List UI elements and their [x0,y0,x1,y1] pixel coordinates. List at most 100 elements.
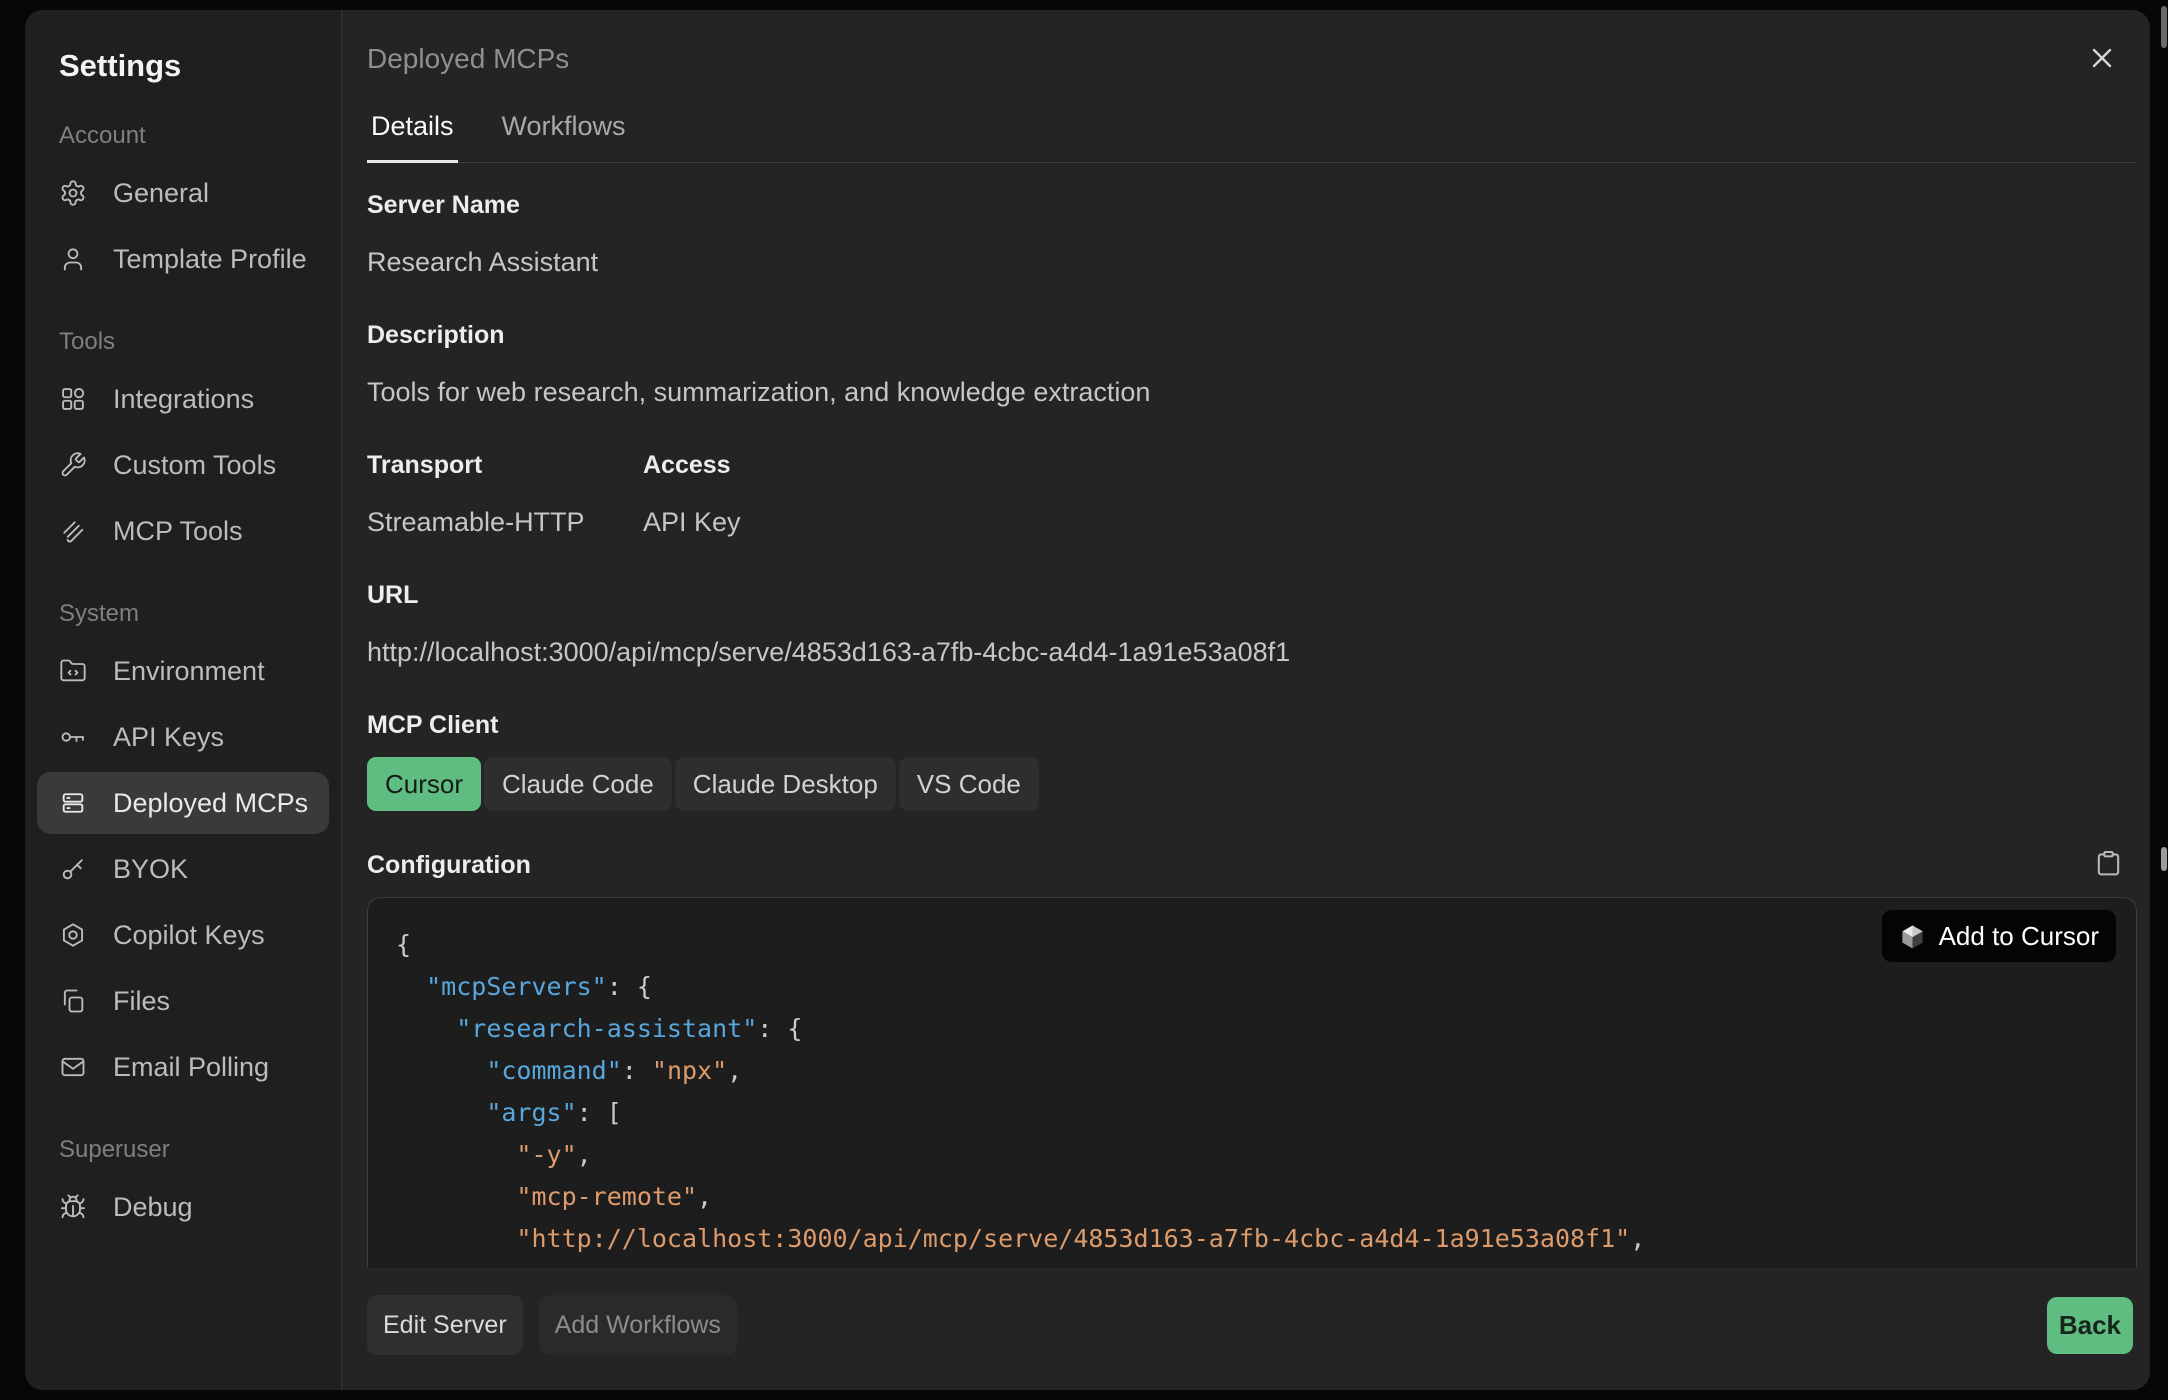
cursor-logo-icon [1899,923,1926,950]
code-line: "command": "npx", [396,1050,2108,1092]
access-value: API Key [643,505,741,539]
code-line: { [396,924,2108,966]
url-value: http://localhost:3000/api/mcp/serve/4853… [367,635,2137,669]
key-icon [59,723,87,751]
sidebar-item-label: API Keys [113,722,224,753]
sidebar-item-api-keys[interactable]: API Keys [37,706,329,768]
sidebar-item-mcp-tools[interactable]: MCP Tools [37,500,329,562]
bug-icon [59,1193,87,1221]
add-workflows-button[interactable]: Add Workflows [539,1295,737,1355]
url-field: URL http://localhost:3000/api/mcp/serve/… [367,579,2137,669]
code-line: "-y", [396,1134,2108,1176]
user-icon [59,245,87,273]
description-value: Tools for web research, summarization, a… [367,375,2137,409]
code-line: "research-assistant": { [396,1008,2108,1050]
copy-config-button[interactable] [2094,849,2123,881]
scrollbar-thumb[interactable] [2161,6,2167,48]
sidebar-item-label: Deployed MCPs [113,788,308,819]
edit-server-button[interactable]: Edit Server [367,1295,523,1355]
sidebar-item-environment[interactable]: Environment [37,640,329,702]
sidebar-item-label: Custom Tools [113,450,276,481]
clipboard-icon [2094,849,2123,881]
hexagon-icon [59,921,87,949]
sidebar-item-files[interactable]: Files [37,970,329,1032]
copy-icon [59,987,87,1015]
grid-icon [59,385,87,413]
settings-modal: Settings Account General Template Profile T… [25,10,2150,1390]
configuration-label: Configuration [367,849,531,881]
sidebar-nav: Account General Template Profile Tools Integ… [37,122,329,1238]
sidebar-section-account: Account [59,122,329,150]
sidebar-section-system: System [59,600,329,628]
description-field: Description Tools for web research, summ… [367,319,2137,409]
main-panel: Deployed MCPs Details Workflows Server Na… [342,10,2150,1390]
server-icon [59,789,87,817]
close-button[interactable] [2086,42,2118,77]
settings-title: Settings [59,48,329,84]
sidebar-item-label: Debug [113,1192,193,1223]
description-label: Description [367,319,2137,351]
mcp-client-section: MCP Client CursorClaude CodeClaude Deskt… [367,709,2137,811]
main-header: Deployed MCPs [342,10,2150,78]
code-line: "mcpServers": { [396,966,2108,1008]
mcp-client-option-claude-desktop[interactable]: Claude Desktop [675,757,896,811]
stack-icon [59,517,87,545]
server-name-field: Server Name Research Assistant [367,189,2137,279]
tab-workflows[interactable]: Workflows [498,104,630,162]
sidebar-item-label: General [113,178,209,209]
sidebar-item-label: Environment [113,656,265,687]
sidebar-item-label: MCP Tools [113,516,243,547]
sidebar-item-debug[interactable]: Debug [37,1176,329,1238]
gear-icon [59,179,87,207]
mcp-client-options: CursorClaude CodeClaude DesktopVS Code [367,757,2137,811]
configuration-json: { "mcpServers": { "research-assistant": … [396,924,2108,1268]
sidebar-item-label: Files [113,986,170,1017]
sidebar-item-custom-tools[interactable]: Custom Tools [37,434,329,496]
sidebar-item-integrations[interactable]: Integrations [37,368,329,430]
sidebar-item-email-polling[interactable]: Email Polling [37,1036,329,1098]
transport-access-row: Transport Streamable-HTTP Access API Key [367,449,2137,539]
mcp-client-label: MCP Client [367,709,2137,741]
mail-icon [59,1053,87,1081]
access-field: Access API Key [643,449,741,539]
sidebar-section-tools: Tools [59,328,329,356]
transport-field: Transport Streamable-HTTP [367,449,643,539]
sidebar-item-deployed-mcps[interactable]: Deployed MCPs [37,772,329,834]
tabs: Details Workflows [367,104,2137,163]
page-title: Deployed MCPs [367,40,569,78]
server-name-label: Server Name [367,189,2137,221]
code-line: "mcp-remote", [396,1176,2108,1218]
folder-code-icon [59,657,87,685]
sidebar-section-superuser: Superuser [59,1136,329,1164]
key-angle-icon [59,855,87,883]
configuration-row: Configuration [367,849,2137,881]
code-line: "--header" [396,1260,2108,1268]
back-button[interactable]: Back [2047,1297,2133,1354]
transport-label: Transport [367,449,643,481]
wrench-icon [59,451,87,479]
code-block: { "mcpServers": { "research-assistant": … [367,897,2137,1268]
details-content: Server Name Research Assistant Descripti… [342,163,2150,1268]
mcp-client-option-cursor[interactable]: Cursor [367,757,481,811]
transport-value: Streamable-HTTP [367,505,643,539]
add-to-cursor-button[interactable]: Add to Cursor [1882,910,2116,962]
add-to-cursor-label: Add to Cursor [1939,921,2099,952]
access-label: Access [643,449,741,481]
mcp-client-option-vs-code[interactable]: VS Code [899,757,1039,811]
close-icon [2086,42,2118,77]
url-label: URL [367,579,2137,611]
sidebar-item-copilot-keys[interactable]: Copilot Keys [37,904,329,966]
scrollbar-thumb[interactable] [2161,847,2167,871]
sidebar: Settings Account General Template Profile T… [25,10,342,1390]
sidebar-item-label: Email Polling [113,1052,269,1083]
code-line: "args": [ [396,1092,2108,1134]
tab-details[interactable]: Details [367,104,458,163]
mcp-client-option-claude-code[interactable]: Claude Code [484,757,672,811]
sidebar-item-label: Template Profile [113,244,307,275]
sidebar-item-label: Integrations [113,384,254,415]
sidebar-item-label: BYOK [113,854,188,885]
footer-bar: Edit Server Add Workflows Back [342,1268,2150,1390]
sidebar-item-byok[interactable]: BYOK [37,838,329,900]
sidebar-item-general[interactable]: General [37,162,329,224]
sidebar-item-template-profile[interactable]: Template Profile [37,228,329,290]
